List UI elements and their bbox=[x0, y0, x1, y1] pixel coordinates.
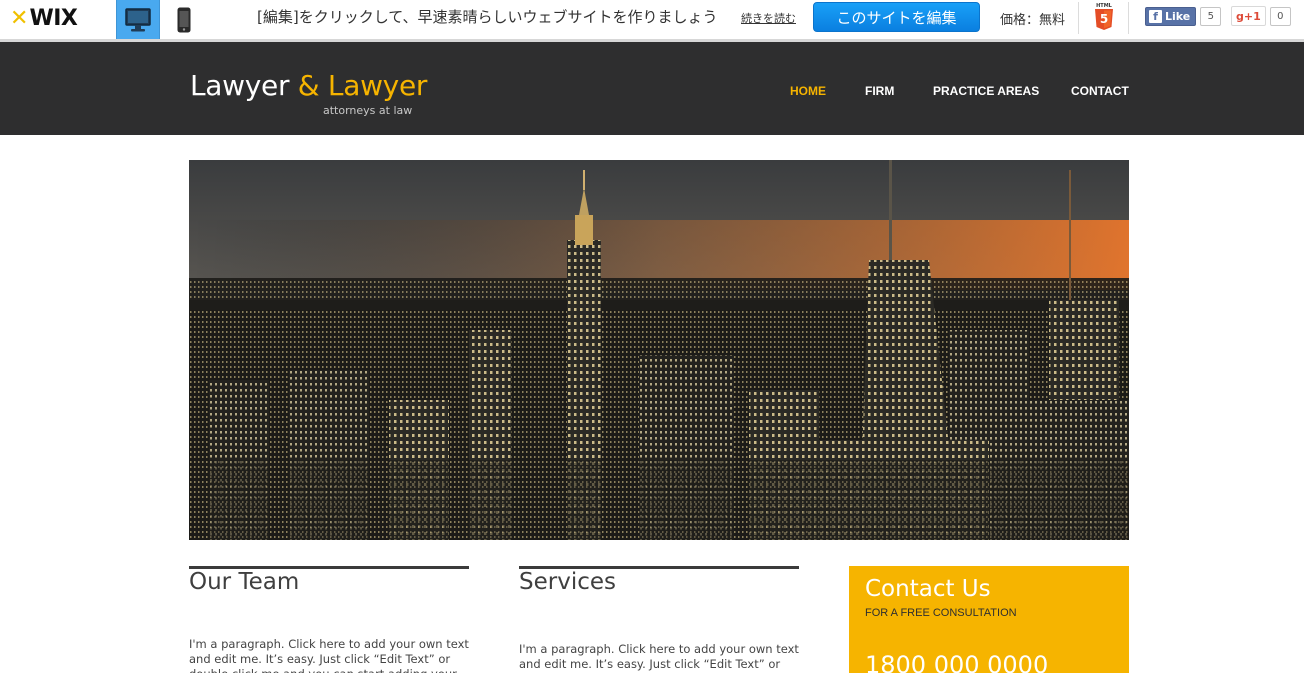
contact-box: Contact Us FOR A FREE CONSULTATION 1800 … bbox=[849, 566, 1129, 673]
contact-subtitle: FOR A FREE CONSULTATION bbox=[865, 607, 1017, 619]
wix-logo[interactable]: ✕ WIX bbox=[10, 4, 78, 32]
facebook-like-count: 5 bbox=[1200, 7, 1222, 26]
site-logo[interactable]: Lawyer & Lawyer bbox=[190, 69, 427, 102]
nav-contact[interactable]: CONTACT bbox=[1071, 84, 1129, 100]
google-plus-count: 0 bbox=[1269, 6, 1291, 26]
divider bbox=[1078, 2, 1079, 34]
google-plus-button[interactable]: g +1 bbox=[1231, 6, 1266, 26]
read-more-link[interactable]: 続きを読む bbox=[741, 10, 796, 26]
nav-home[interactable]: HOME bbox=[790, 84, 826, 100]
nav-practice-areas[interactable]: PRACTICE AREAS bbox=[933, 84, 1039, 100]
promo-text: [編集]をクリックして、早速素晴らしいウェブサイトを作りましょう bbox=[257, 8, 718, 26]
edit-site-button[interactable]: このサイトを編集 bbox=[813, 2, 980, 32]
html5-icon: HTML 5 bbox=[1095, 3, 1113, 30]
price-text: 価格：無料 bbox=[1000, 13, 1066, 28]
contact-phone: 1800 000 0000 bbox=[865, 651, 1049, 673]
team-paragraph: I'm a paragraph. Click here to add your … bbox=[189, 637, 469, 673]
services-paragraph: I'm a paragraph. Click here to add your … bbox=[519, 642, 799, 671]
desktop-icon bbox=[125, 7, 151, 31]
wix-top-bar: ✕ WIX [編集]をクリックして、早速素晴らしいウェブサイトを作りましょう 続き… bbox=[0, 0, 1304, 39]
nav-firm[interactable]: FIRM bbox=[865, 84, 894, 100]
team-title: Our Team bbox=[189, 569, 300, 595]
contact-title: Contact Us bbox=[865, 576, 991, 602]
site-tagline: attorneys at law bbox=[323, 104, 413, 117]
svg-text:HTML: HTML bbox=[1096, 3, 1113, 9]
services-title: Services bbox=[519, 569, 616, 595]
desktop-view-button[interactable] bbox=[116, 0, 160, 39]
hero-image bbox=[189, 160, 1129, 540]
google-plus-icon: g bbox=[1236, 9, 1244, 23]
facebook-icon: f bbox=[1149, 10, 1162, 23]
night-city-skyline-image bbox=[189, 160, 1129, 540]
facebook-like-button[interactable]: f Like bbox=[1145, 7, 1197, 26]
google-plus-widget: g +1 0 bbox=[1231, 6, 1291, 26]
facebook-like-widget: f Like 5 bbox=[1145, 7, 1222, 26]
wix-x-icon: ✕ bbox=[10, 5, 29, 31]
mobile-phone-icon bbox=[177, 7, 191, 32]
mobile-view-button[interactable] bbox=[162, 0, 206, 39]
svg-text:5: 5 bbox=[1100, 12, 1108, 26]
divider bbox=[1128, 2, 1129, 34]
html5-badge: HTML 5 bbox=[1093, 1, 1115, 35]
